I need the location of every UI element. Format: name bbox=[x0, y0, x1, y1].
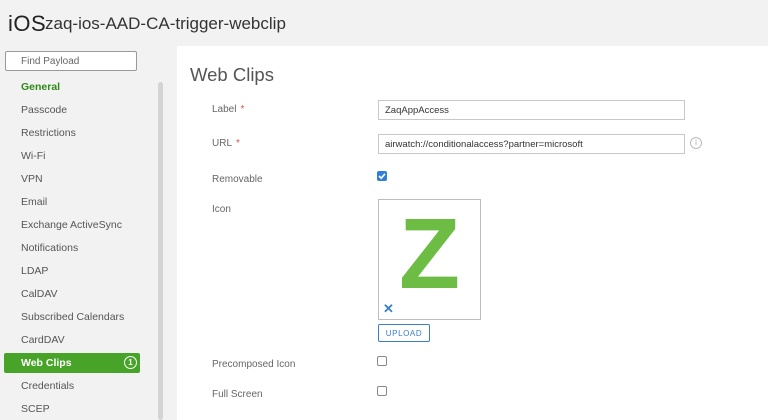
info-icon[interactable]: i bbox=[690, 137, 702, 149]
sidebar-item-credentials[interactable]: Credentials bbox=[4, 376, 140, 396]
precomposed-icon-checkbox[interactable] bbox=[377, 356, 387, 366]
sidebar-item-passcode[interactable]: Passcode bbox=[4, 100, 140, 120]
required-marker: * bbox=[240, 104, 245, 115]
sidebar-scrollbar[interactable] bbox=[158, 82, 163, 420]
header-bar: iOS zaq-ios-AAD-CA-trigger-webclip bbox=[0, 0, 768, 46]
close-icon[interactable]: ✕ bbox=[383, 302, 394, 315]
precomposed-icon-label: Precomposed Icon bbox=[212, 359, 296, 370]
sidebar-item-exchange-activesync[interactable]: Exchange ActiveSync bbox=[4, 215, 140, 235]
sidebar-item-label: Web Clips bbox=[21, 357, 72, 369]
sidebar-item-web-clips[interactable]: Web Clips 1 bbox=[4, 353, 140, 373]
sidebar-item-general[interactable]: General bbox=[4, 77, 140, 97]
find-payload-input[interactable] bbox=[5, 51, 137, 71]
full-screen-label: Full Screen bbox=[212, 389, 263, 400]
required-marker: * bbox=[236, 138, 240, 149]
sidebar-item-wifi[interactable]: Wi-Fi bbox=[4, 146, 140, 166]
removable-checkbox[interactable] bbox=[377, 171, 387, 181]
payload-sidebar: General Passcode Restrictions Wi-Fi VPN … bbox=[0, 46, 170, 420]
sidebar-item-subscribed-calendars[interactable]: Subscribed Calendars bbox=[4, 307, 140, 327]
removable-label: Removable bbox=[212, 174, 263, 185]
sidebar-item-ldap[interactable]: LDAP bbox=[4, 261, 140, 281]
sidebar-item-notifications[interactable]: Notifications bbox=[4, 238, 140, 258]
upload-button[interactable]: UPLOAD bbox=[378, 324, 430, 342]
sidebar-item-scep[interactable]: SCEP bbox=[4, 399, 140, 419]
label-input[interactable] bbox=[378, 100, 685, 120]
os-label: iOS bbox=[8, 11, 47, 36]
full-screen-checkbox[interactable] bbox=[377, 386, 387, 396]
web-clips-panel: Web Clips Label* URL* i Removable Icon Z… bbox=[177, 46, 768, 420]
section-title: Web Clips bbox=[190, 64, 274, 85]
url-input[interactable] bbox=[378, 134, 685, 154]
profile-name: zaq-ios-AAD-CA-trigger-webclip bbox=[45, 14, 286, 33]
payload-count-badge: 1 bbox=[124, 356, 137, 369]
sidebar-item-email[interactable]: Email bbox=[4, 192, 140, 212]
url-label-text: URL bbox=[212, 138, 233, 149]
label-text: Label bbox=[212, 104, 237, 115]
icon-preview-letter: Z bbox=[398, 198, 461, 310]
sidebar-item-caldav[interactable]: CalDAV bbox=[4, 284, 140, 304]
icon-preview: Z ✕ bbox=[378, 199, 481, 320]
icon-label: Icon bbox=[212, 204, 231, 215]
sidebar-item-vpn[interactable]: VPN bbox=[4, 169, 140, 189]
url-field-label: URL * bbox=[212, 138, 240, 149]
sidebar-item-carddav[interactable]: CardDAV bbox=[4, 330, 140, 350]
label-field-label: Label * bbox=[212, 104, 244, 115]
sidebar-item-restrictions[interactable]: Restrictions bbox=[4, 123, 140, 143]
